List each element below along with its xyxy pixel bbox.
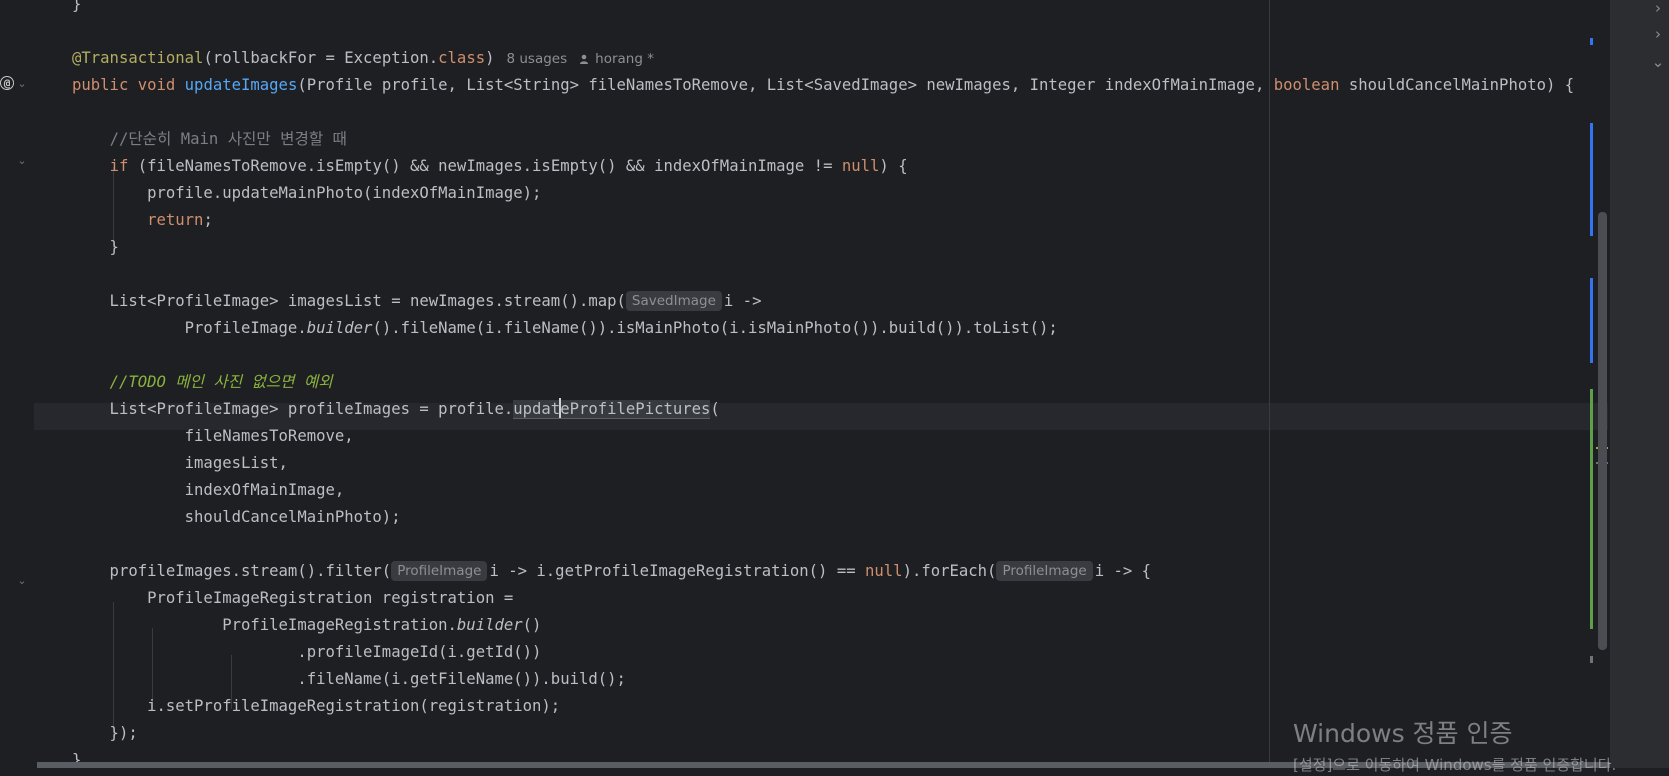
text-caret [559,398,561,418]
code-line: public void updateImages(Profile profile… [72,76,1575,94]
code-line: return; [147,211,213,229]
code-line: List<ProfileImage> profileImages = profi… [72,398,720,419]
right-margin-guide [1269,0,1270,768]
code-line: if (fileNamesToRemove.isEmpty() && newIm… [109,157,908,175]
override-marker-icon[interactable]: @ [0,76,14,90]
author-hint[interactable]: horang * [579,51,654,67]
code-line: List<ProfileImage> imagesList = newImage… [72,291,762,311]
code-line: .profileImageId(i.getId()) [72,643,542,661]
fold-chevron-down-icon[interactable]: ⌄ [16,78,28,90]
chevron-down-icon[interactable]: ⌄ [1650,54,1666,70]
vcs-change-marker [1590,123,1593,236]
right-tool-strip: › › ⌄ [1610,0,1669,768]
code-line: imagesList, [72,454,288,472]
code-line: } [72,0,82,13]
vertical-scrollbar-thumb[interactable] [1598,212,1607,650]
code-line: //TODO 메인 사진 없으면 예외 [72,369,333,396]
code-line: fileNamesToRemove, [72,427,354,445]
vcs-change-marker [1590,38,1593,45]
gutter: @ ⌄ ⌄ ⌄ [0,0,34,773]
code-line: //단순히 Main 사진만 변경할 때 [72,126,347,153]
vcs-change-marker [1590,389,1593,629]
code-line: ProfileImage.builder().fileName(i.fileNa… [72,319,1058,337]
chevron-right-icon[interactable]: › [1650,26,1666,42]
todo-comment: //TODO 메인 사진 없으면 예외 [109,373,333,391]
code-line: ProfileImageRegistration registration = [72,589,514,607]
code-line: ProfileImageRegistration.builder() [72,616,542,634]
watermark-title: Windows 정품 인증 [1293,719,1513,748]
code-line: } [72,238,119,256]
code-line: profileImages.stream().filter(ProfileIma… [72,561,1152,581]
code-line: profile.updateMainPhoto(indexOfMainImage… [72,184,542,202]
type-hint-savedimage: SavedImage [625,291,722,311]
vcs-change-marker [1590,278,1593,363]
code-line: }); [72,724,138,742]
usages-count[interactable]: 8 usages [507,51,568,67]
type-hint-profileimage: ProfileImage [391,561,488,581]
fold-chevron-down-icon[interactable]: ⌄ [16,155,28,167]
code-line: .fileName(i.getFileName()).build(); [72,670,626,688]
code-comment: //단순히 Main 사진만 변경할 때 [109,130,347,148]
code-line: indexOfMainImage, [72,481,345,499]
fold-chevron-down-icon[interactable]: ⌄ [16,575,28,587]
code-line: shouldCancelMainPhoto); [72,508,401,526]
code-line: @Transactional(rollbackFor = Exception.c… [72,49,654,67]
code-line: i.setProfileImageRegistration(registrati… [72,697,561,715]
windows-activation-watermark: Windows 정품 인증 [설정]으로 이동하여 Windows를 정품 인증… [1293,718,1616,776]
stripe-mark [1590,656,1593,663]
author-name: horang * [595,51,654,67]
type-hint-profileimage: ProfileImage [996,561,1093,581]
chevron-right-icon[interactable]: › [1650,0,1666,16]
person-icon [580,54,589,64]
code-editor[interactable]: } @Transactional(rollbackFor = Exception… [34,0,1608,768]
